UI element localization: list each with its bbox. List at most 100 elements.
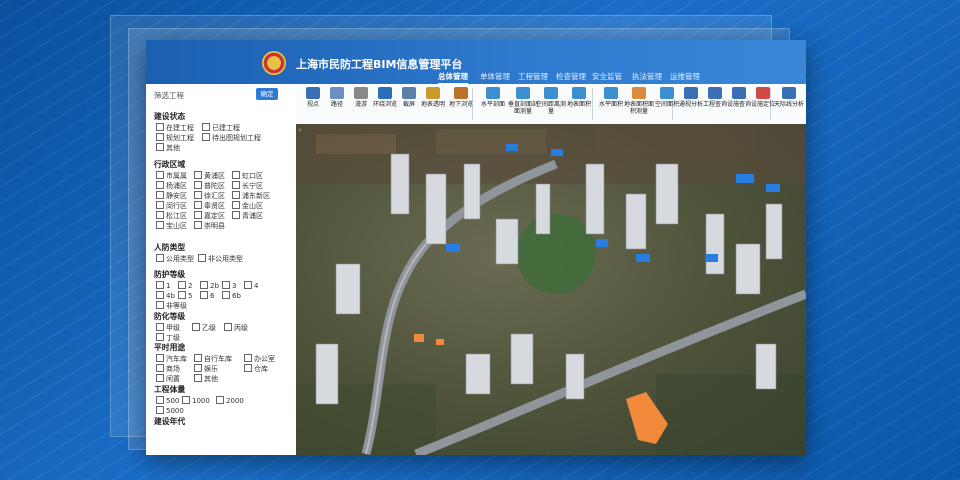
filter-group-title: 行政区域 bbox=[154, 160, 186, 169]
tool-button[interactable]: 地表面积 bbox=[564, 87, 594, 108]
filter-header: 筛选工程 bbox=[154, 91, 184, 100]
filter-checkbox[interactable]: 杨浦区 bbox=[156, 181, 187, 191]
filter-checkbox[interactable]: 2 bbox=[178, 281, 192, 290]
filter-checkbox[interactable]: 嘉定区 bbox=[194, 211, 225, 221]
filter-checkbox[interactable]: 奉贤区 bbox=[194, 201, 225, 211]
filter-checkbox[interactable]: 规划工程 bbox=[156, 133, 194, 143]
tool-icon bbox=[306, 87, 320, 99]
filter-checkbox[interactable]: 宝山区 bbox=[156, 221, 187, 231]
tool-icon bbox=[684, 87, 698, 99]
tool-button[interactable]: 垂直剖面剖面测量 bbox=[508, 87, 538, 115]
tool-label: 空间距离测量 bbox=[536, 101, 567, 115]
tab-overall[interactable]: 总体管理 bbox=[438, 71, 468, 85]
filter-checkbox[interactable]: 长宁区 bbox=[232, 181, 263, 191]
filter-checkbox[interactable]: 丙级 bbox=[224, 323, 248, 333]
tool-label: 地表透明 bbox=[420, 101, 445, 108]
filter-checkbox[interactable]: 娱乐 bbox=[194, 364, 218, 374]
filter-checkbox[interactable]: 金山区 bbox=[232, 201, 263, 211]
tool-label: 地表面积 bbox=[566, 101, 591, 108]
tool-icon bbox=[330, 87, 344, 99]
tool-button[interactable]: 地下浏览 bbox=[446, 87, 476, 108]
filter-checkbox[interactable]: 青浦区 bbox=[232, 211, 263, 221]
filter-checkbox[interactable]: 自行车库 bbox=[194, 354, 232, 364]
filter-checkbox[interactable]: 普陀区 bbox=[194, 181, 225, 191]
tool-icon bbox=[378, 87, 392, 99]
tab-inspection[interactable]: 检查管理 bbox=[556, 71, 586, 82]
filter-checkbox[interactable]: 4b bbox=[156, 291, 175, 300]
tool-icon bbox=[756, 87, 770, 99]
confirm-button[interactable]: 确定 bbox=[256, 88, 278, 100]
filter-checkbox[interactable]: 崇明县 bbox=[194, 221, 225, 231]
tool-label: 地表面积面积测量 bbox=[624, 101, 655, 115]
tool-label: 视点 bbox=[306, 101, 319, 108]
filter-checkbox[interactable]: 其他 bbox=[156, 143, 180, 153]
tool-button[interactable]: 水平剖面 bbox=[478, 87, 508, 108]
tool-icon bbox=[544, 87, 558, 99]
filter-group-title: 人防类型 bbox=[154, 243, 186, 252]
filter-checkbox[interactable]: 2000 bbox=[216, 396, 244, 405]
tool-label: 垂直剖面剖面测量 bbox=[508, 101, 539, 115]
filter-checkbox[interactable]: 5 bbox=[178, 291, 192, 300]
filter-group-title: 建设状态 bbox=[154, 112, 186, 121]
tool-label: 地下浏览 bbox=[448, 101, 473, 108]
tool-button[interactable]: 天际线分析 bbox=[774, 87, 804, 108]
tab-enforcement[interactable]: 执法管理 bbox=[632, 71, 662, 82]
filter-checkbox[interactable]: 非公用类型 bbox=[198, 254, 243, 264]
filter-checkbox[interactable]: 乙级 bbox=[192, 323, 216, 333]
tool-label: 截屏 bbox=[402, 101, 415, 108]
filter-checkbox[interactable]: 3 bbox=[222, 281, 236, 290]
filter-checkbox[interactable]: 6b bbox=[222, 291, 241, 300]
top-bar: 上海市民防工程BIM信息管理平台 总体管理 单体管理 工程管理 检查管理 安全监… bbox=[146, 40, 806, 85]
filter-checkbox[interactable]: 1000 bbox=[182, 396, 210, 405]
tab-single[interactable]: 单体管理 bbox=[480, 71, 510, 82]
filter-checkbox[interactable]: 静安区 bbox=[156, 191, 187, 201]
tool-button[interactable]: 地表透明 bbox=[418, 87, 448, 108]
filter-checkbox[interactable]: 在建工程 bbox=[156, 123, 194, 133]
filter-checkbox[interactable]: 2b bbox=[200, 281, 219, 290]
tab-project[interactable]: 工程管理 bbox=[518, 71, 548, 82]
tool-icon bbox=[454, 87, 468, 99]
filter-group-title: 建设年代 bbox=[154, 417, 186, 426]
tool-icon bbox=[604, 87, 618, 99]
collapse-chevron-icon[interactable]: » bbox=[298, 126, 302, 134]
filter-checkbox[interactable]: 公用类型 bbox=[156, 254, 194, 264]
tab-maintenance[interactable]: 运维管理 bbox=[670, 71, 700, 82]
tool-button[interactable]: 水平面积 bbox=[596, 87, 626, 108]
filter-checkbox[interactable]: 5000 bbox=[156, 406, 184, 415]
tool-label: 水平面积 bbox=[598, 101, 623, 108]
map-toolbar: 视点 路径 漫游 环绕浏览 截屏 地表透明 地下浏览 水平剖面 垂直剖面剖面测量 空间距离测量 地表… bbox=[296, 84, 806, 125]
filter-checkbox[interactable]: 闲置 bbox=[156, 374, 180, 384]
filter-group-title: 平时用途 bbox=[154, 343, 186, 352]
filter-checkbox[interactable]: 浦东新区 bbox=[232, 191, 270, 201]
tab-safety[interactable]: 安全监管 bbox=[592, 71, 622, 82]
filter-checkbox[interactable]: 甲级 bbox=[156, 323, 180, 333]
tool-icon bbox=[516, 87, 530, 99]
filter-checkbox[interactable]: 已建工程 bbox=[202, 123, 240, 133]
filter-checkbox[interactable]: 虹口区 bbox=[232, 171, 263, 181]
tool-icon bbox=[782, 87, 796, 99]
filter-checkbox[interactable]: 商场 bbox=[156, 364, 180, 374]
filter-checkbox[interactable]: 汽车库 bbox=[156, 354, 187, 364]
filter-checkbox[interactable]: 非等级 bbox=[156, 301, 187, 311]
filter-checkbox[interactable]: 500 bbox=[156, 396, 179, 405]
filter-checkbox[interactable]: 徐汇区 bbox=[194, 191, 225, 201]
filter-checkbox[interactable]: 待出图规划工程 bbox=[202, 133, 261, 143]
filter-checkbox[interactable]: 闵行区 bbox=[156, 201, 187, 211]
tool-label: 漫游 bbox=[354, 101, 367, 108]
filter-checkbox[interactable]: 仓库 bbox=[244, 364, 268, 374]
filter-checkbox[interactable]: 1 bbox=[156, 281, 170, 290]
tool-button[interactable]: 空间距离测量 bbox=[536, 87, 566, 115]
filter-checkbox[interactable]: 6 bbox=[200, 291, 214, 300]
map-view[interactable] bbox=[296, 124, 806, 455]
filter-checkbox[interactable]: 市属属 bbox=[156, 171, 187, 181]
filter-checkbox[interactable]: 办公室 bbox=[244, 354, 275, 364]
tool-button[interactable]: 地表面积面积测量 bbox=[624, 87, 654, 115]
filter-checkbox[interactable]: 松江区 bbox=[156, 211, 187, 221]
filter-checkbox[interactable]: 黄浦区 bbox=[194, 171, 225, 181]
city-3d-map[interactable] bbox=[296, 124, 806, 455]
tool-label: 路径 bbox=[330, 101, 343, 108]
filter-checkbox[interactable]: 4 bbox=[244, 281, 258, 290]
app-window: 上海市民防工程BIM信息管理平台 总体管理 单体管理 工程管理 检查管理 安全监… bbox=[146, 40, 806, 455]
filter-checkbox[interactable]: 其他 bbox=[194, 374, 218, 384]
tool-icon bbox=[486, 87, 500, 99]
